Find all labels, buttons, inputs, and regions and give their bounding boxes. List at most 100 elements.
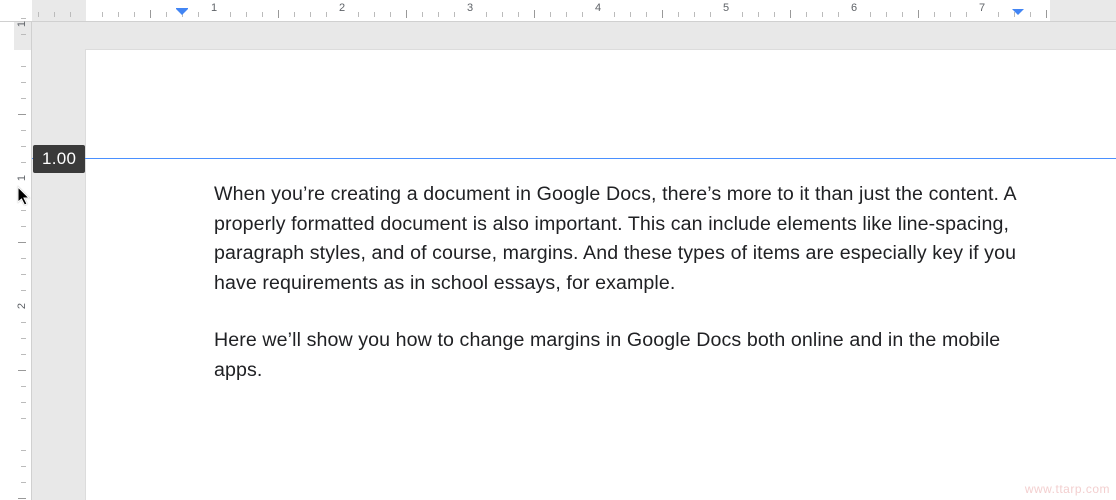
v-ruler-label: 1 bbox=[16, 21, 28, 27]
h-ruler-tick bbox=[118, 12, 119, 17]
v-ruler-tick bbox=[21, 162, 26, 163]
h-ruler-label: 3 bbox=[467, 2, 473, 14]
h-ruler-tick bbox=[486, 12, 487, 17]
h-ruler-label: 5 bbox=[723, 2, 729, 14]
h-ruler-tick bbox=[806, 12, 807, 17]
vertical-ruler[interactable]: 1 1 2 bbox=[0, 22, 32, 500]
h-ruler-label: 2 bbox=[339, 2, 345, 14]
v-ruler-tick bbox=[21, 418, 26, 419]
h-ruler-tick bbox=[230, 12, 231, 17]
v-ruler-tick bbox=[21, 98, 26, 99]
h-ruler-tick bbox=[838, 12, 839, 17]
h-ruler-tick bbox=[742, 12, 743, 17]
v-ruler-label: 2 bbox=[16, 303, 28, 309]
h-ruler-tick bbox=[918, 10, 919, 18]
h-ruler-tick bbox=[150, 10, 151, 18]
h-ruler-tick bbox=[902, 12, 903, 17]
h-ruler-tick bbox=[966, 12, 967, 17]
watermark-text: www.ttarp.com bbox=[1025, 482, 1110, 496]
document-body[interactable]: When you’re creating a document in Googl… bbox=[214, 180, 1086, 413]
h-ruler-tick bbox=[358, 12, 359, 17]
document-page[interactable]: When you’re creating a document in Googl… bbox=[86, 50, 1116, 500]
v-ruler-tick bbox=[21, 338, 26, 339]
h-ruler-tick bbox=[630, 12, 631, 17]
v-ruler-tick bbox=[18, 114, 26, 115]
h-ruler-tick bbox=[678, 12, 679, 17]
h-ruler-tick bbox=[566, 12, 567, 17]
h-ruler-tick bbox=[134, 12, 135, 17]
v-ruler-tick bbox=[21, 146, 26, 147]
v-ruler-tick bbox=[21, 210, 26, 211]
h-ruler-tick bbox=[950, 12, 951, 17]
h-ruler-tick bbox=[166, 12, 167, 17]
h-ruler-tick bbox=[774, 12, 775, 17]
h-ruler-label: 7 bbox=[979, 2, 985, 14]
v-ruler-tick bbox=[21, 258, 26, 259]
v-ruler-tick bbox=[21, 82, 26, 83]
h-ruler-tick bbox=[582, 12, 583, 17]
h-ruler-tick bbox=[374, 12, 375, 17]
v-ruler-tick bbox=[21, 386, 26, 387]
v-ruler-tick bbox=[21, 322, 26, 323]
h-ruler-tick bbox=[886, 12, 887, 17]
h-ruler-tick bbox=[614, 12, 615, 17]
h-ruler-tick bbox=[646, 12, 647, 17]
h-ruler-tick bbox=[998, 12, 999, 17]
h-ruler-tick bbox=[262, 12, 263, 17]
v-ruler-tick bbox=[21, 34, 26, 35]
h-ruler-tick bbox=[1046, 10, 1047, 18]
h-ruler-tick bbox=[454, 12, 455, 17]
h-ruler-tick bbox=[790, 10, 791, 18]
v-ruler-tick bbox=[21, 402, 26, 403]
v-ruler-tick bbox=[18, 370, 26, 371]
v-ruler-tick bbox=[18, 498, 26, 499]
v-ruler-tick bbox=[21, 450, 26, 451]
h-ruler-tick bbox=[550, 12, 551, 17]
h-ruler-label: 4 bbox=[595, 2, 601, 14]
right-indent-marker[interactable] bbox=[1011, 8, 1025, 18]
h-ruler-tick bbox=[1030, 12, 1031, 17]
h-ruler-tick bbox=[934, 12, 935, 17]
paragraph[interactable]: When you’re creating a document in Googl… bbox=[214, 180, 1046, 298]
h-ruler-tick bbox=[502, 12, 503, 17]
h-ruler-tick bbox=[278, 10, 279, 18]
h-ruler-tick bbox=[822, 12, 823, 17]
editor-canvas[interactable]: When you’re creating a document in Googl… bbox=[32, 22, 1116, 500]
v-ruler-label: 1 bbox=[16, 175, 28, 181]
h-ruler-tick bbox=[870, 12, 871, 17]
h-ruler-tick bbox=[198, 12, 199, 17]
h-ruler-tick bbox=[38, 12, 39, 17]
left-indent-marker[interactable] bbox=[175, 8, 189, 18]
h-ruler-tick bbox=[534, 10, 535, 18]
margin-size-tooltip: 1.00 bbox=[33, 145, 85, 173]
h-ruler-tick bbox=[662, 10, 663, 18]
h-ruler-tick bbox=[70, 12, 71, 17]
h-ruler-tick bbox=[758, 12, 759, 17]
h-ruler-tick bbox=[710, 12, 711, 17]
h-ruler-tick bbox=[326, 12, 327, 17]
h-ruler-tick bbox=[406, 10, 407, 18]
v-ruler-tick bbox=[21, 274, 26, 275]
h-ruler-tick bbox=[422, 12, 423, 17]
h-ruler-label: 1 bbox=[211, 2, 217, 14]
h-ruler-tick bbox=[518, 12, 519, 17]
h-ruler-tick bbox=[390, 12, 391, 17]
v-ruler-tick bbox=[21, 130, 26, 131]
top-margin-guide-line bbox=[0, 158, 1116, 159]
h-ruler-tick bbox=[694, 12, 695, 17]
v-ruler-tick bbox=[21, 226, 26, 227]
h-ruler-tick bbox=[438, 12, 439, 17]
v-ruler-tick bbox=[21, 354, 26, 355]
h-ruler-label: 6 bbox=[851, 2, 857, 14]
v-ruler-tick bbox=[21, 290, 26, 291]
h-ruler-tick bbox=[54, 12, 55, 17]
v-ruler-tick bbox=[21, 466, 26, 467]
v-ruler-tick bbox=[21, 66, 26, 67]
h-ruler-tick bbox=[102, 12, 103, 17]
v-ruler-tick bbox=[18, 242, 26, 243]
paragraph[interactable]: Here we’ll show you how to change margin… bbox=[214, 326, 1046, 385]
h-ruler-tick bbox=[294, 12, 295, 17]
v-ruler-tick bbox=[21, 482, 26, 483]
horizontal-ruler[interactable]: 1 2 3 4 5 6 7 bbox=[0, 0, 1116, 22]
mouse-cursor-icon bbox=[17, 186, 33, 206]
